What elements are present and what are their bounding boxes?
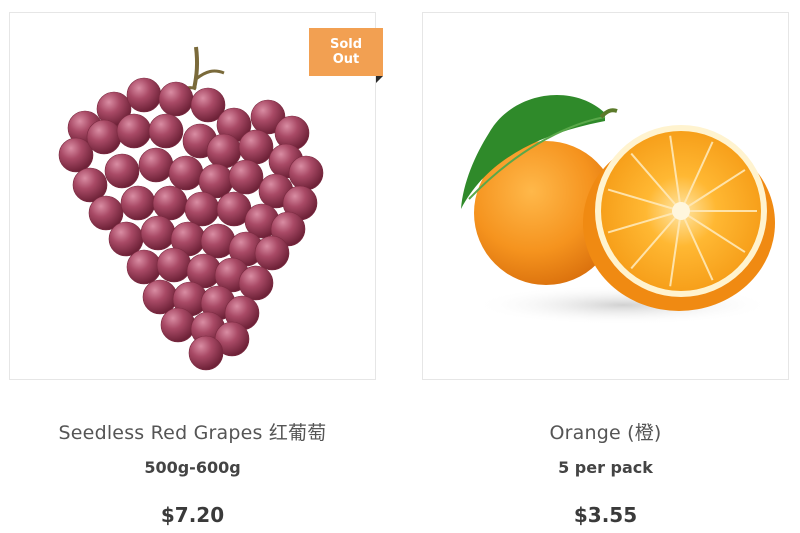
product-card-orange[interactable]: Orange (橙) 5 per pack $3.55 [422, 12, 789, 532]
grape-berry [168, 155, 204, 191]
sold-out-badge-line1: Sold [329, 37, 363, 52]
product-name[interactable]: Seedless Red Grapes 红葡萄 [9, 418, 376, 445]
grape-berry [158, 81, 194, 117]
grape-berry [184, 191, 220, 227]
grape-berry [148, 113, 184, 149]
grape-berry [140, 215, 176, 251]
product-price: $3.55 [573, 503, 638, 527]
product-card-grapes[interactable]: Sold Out Seedless Red Grapes 红葡萄 500g-60… [9, 12, 383, 532]
grape-berry [206, 133, 242, 169]
product-description: 500g-600g [144, 458, 241, 477]
grape-berry [288, 155, 324, 191]
grape-berry [152, 185, 188, 221]
grape-berry [238, 265, 274, 301]
product-image-orange[interactable] [422, 12, 789, 380]
sold-out-badge-line2: Out [332, 52, 360, 67]
grape-berry [160, 307, 196, 343]
product-description: 5 per pack [558, 458, 653, 477]
grape-berry [188, 335, 224, 371]
grape-berry [116, 113, 152, 149]
oranges-illustration [461, 94, 775, 325]
product-name[interactable]: Orange (橙) [422, 418, 789, 445]
grape-berry [228, 159, 264, 195]
grape-berry [120, 185, 156, 221]
grape-berry [126, 249, 162, 285]
grape-berry [86, 119, 122, 155]
grape-berry [254, 235, 290, 271]
grape-berry [138, 147, 174, 183]
sold-out-badge: Sold Out [309, 28, 383, 76]
grape-berry [238, 129, 274, 165]
grape-berry [104, 153, 140, 189]
grape-berry [156, 247, 192, 283]
grape-berry [126, 77, 162, 113]
badge-fold [376, 76, 383, 83]
product-price: $7.20 [160, 503, 225, 527]
half-orange [583, 125, 775, 311]
